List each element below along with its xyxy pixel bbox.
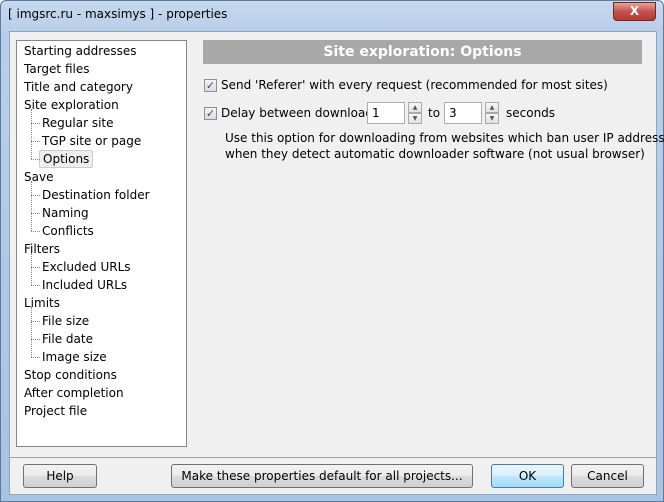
delay-from-spinner[interactable]: ▲ ▼ <box>408 102 422 124</box>
tree-item[interactable]: Title and category <box>24 78 133 96</box>
tree-connector <box>31 339 40 340</box>
page-title: Site exploration: Options <box>203 40 642 64</box>
tree-connector <box>31 213 40 214</box>
spin-down-icon[interactable]: ▼ <box>408 113 422 124</box>
tree-item[interactable]: File size <box>42 312 89 330</box>
window-title: [ imgsrc.ru - maxsimys ] - properties <box>8 7 228 21</box>
make-default-button[interactable]: Make these properties default for all pr… <box>171 464 473 488</box>
tree-connector <box>31 321 40 322</box>
tree-connector <box>31 159 40 160</box>
divider <box>10 457 656 458</box>
category-tree[interactable]: Starting addresses Target files Title and … <box>16 40 187 447</box>
tree-item[interactable]: Included URLs <box>42 276 127 294</box>
note-line-1: Use this option for downloading from web… <box>225 131 664 145</box>
tree-item[interactable]: Conflicts <box>42 222 94 240</box>
tree-item[interactable]: Limits <box>24 294 60 312</box>
dialog-client: Starting addresses Target files Title and … <box>9 31 664 495</box>
tree-item[interactable]: TGP site or page <box>42 132 141 150</box>
tree-item[interactable]: Save <box>24 168 53 186</box>
tree-connector <box>31 307 32 357</box>
delay-checkbox[interactable]: ✓ <box>204 107 217 120</box>
spin-down-icon[interactable]: ▼ <box>485 113 499 124</box>
tree-item[interactable]: Naming <box>42 204 89 222</box>
tree-connector <box>31 123 40 124</box>
tree-item[interactable]: Options <box>39 150 94 168</box>
delay-to-spinner[interactable]: ▲ ▼ <box>485 102 499 124</box>
ok-button[interactable]: OK <box>491 464 564 488</box>
tree-item[interactable]: Target files <box>24 60 89 78</box>
tree-item[interactable]: Filters <box>24 240 60 258</box>
note-line-2: when they detect automatic downloader so… <box>225 147 645 161</box>
tree-connector <box>31 357 40 358</box>
tree-connector <box>31 195 40 196</box>
seconds-label: seconds <box>506 106 556 120</box>
tree-item[interactable]: File date <box>42 330 93 348</box>
tree-connector <box>31 253 32 285</box>
tree-item[interactable]: Image size <box>42 348 107 366</box>
tree-item[interactable]: Excluded URLs <box>42 258 131 276</box>
properties-window: [ imgsrc.ru - maxsimys ] - properties X … <box>0 0 664 502</box>
tree-item[interactable]: Starting addresses <box>24 42 136 60</box>
tree-item[interactable]: Regular site <box>42 114 114 132</box>
tree-connector <box>31 285 40 286</box>
tree-item[interactable]: Project file <box>24 402 87 420</box>
tree-connector <box>31 109 32 159</box>
to-label: to <box>428 106 441 120</box>
delay-from-input[interactable]: 1 <box>367 102 405 124</box>
send-referer-label[interactable]: Send 'Referer' with every request (recom… <box>221 78 608 92</box>
tree-item[interactable]: Site exploration <box>24 96 119 114</box>
spin-up-icon[interactable]: ▲ <box>485 102 499 113</box>
delay-to-input[interactable]: 3 <box>444 102 482 124</box>
tree-item[interactable]: Destination folder <box>42 186 150 204</box>
send-referer-checkbox[interactable]: ✓ <box>204 79 217 92</box>
tree-item[interactable]: Stop conditions <box>24 366 117 384</box>
tree-connector <box>31 267 40 268</box>
spin-up-icon[interactable]: ▲ <box>408 102 422 113</box>
tree-item[interactable]: After completion <box>24 384 124 402</box>
tree-connector <box>31 231 40 232</box>
close-button[interactable]: X <box>613 2 656 21</box>
tree-connector <box>31 141 40 142</box>
help-button[interactable]: Help <box>23 464 97 488</box>
tree-connector <box>31 181 32 231</box>
cancel-button[interactable]: Cancel <box>571 464 644 488</box>
delay-label[interactable]: Delay between downloads <box>221 106 379 120</box>
